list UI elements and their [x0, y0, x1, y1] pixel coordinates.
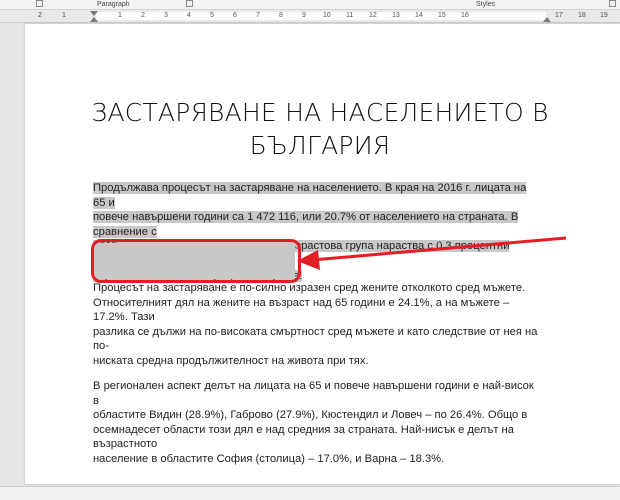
status-bar: [0, 486, 620, 500]
annotation-arrow-icon: [297, 236, 567, 270]
